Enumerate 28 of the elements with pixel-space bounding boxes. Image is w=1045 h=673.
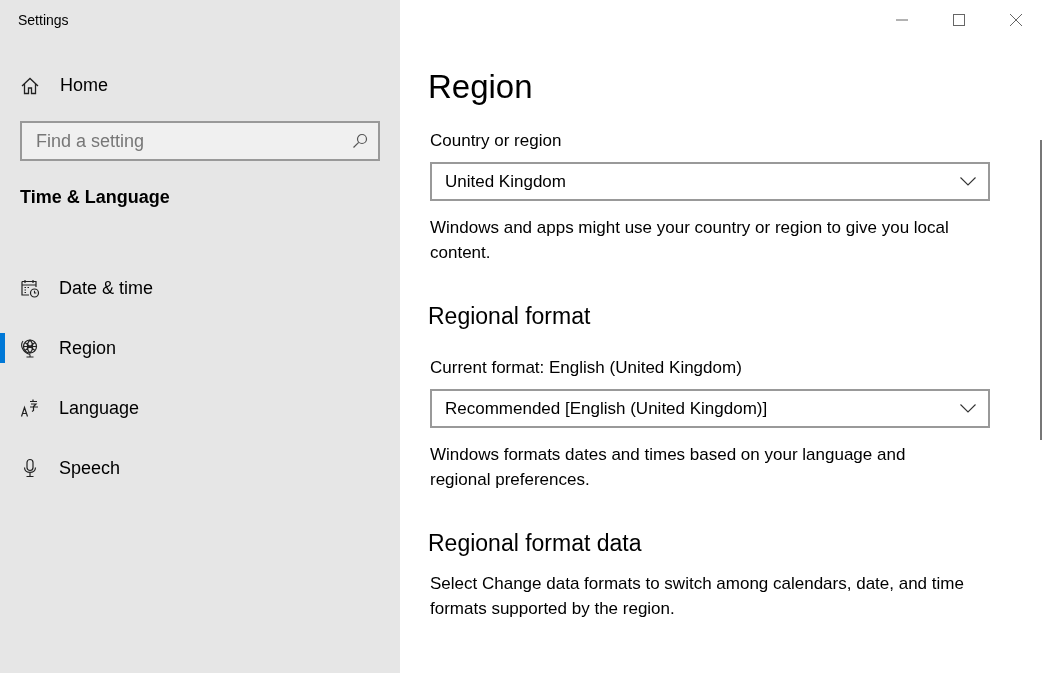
language-icon	[20, 398, 40, 418]
section-heading: Regional format data	[428, 530, 643, 557]
window-title: Settings	[18, 12, 70, 28]
search-field[interactable]: Find a setting	[20, 121, 380, 161]
home-icon	[20, 75, 40, 96]
section-heading: Regional format	[428, 303, 592, 330]
dropdown[interactable]: United Kingdom	[430, 162, 990, 201]
field-label: Current format: English (United Kingdom)	[430, 358, 743, 378]
chevron-down-icon	[960, 404, 976, 413]
calendar-clock-icon	[20, 278, 40, 298]
maximize-icon[interactable]	[953, 14, 965, 26]
nav-item[interactable]: Language	[0, 378, 400, 438]
globe-icon	[20, 338, 40, 358]
nav-item[interactable]: Region	[0, 318, 400, 378]
section-heading: Time & Language	[20, 187, 171, 208]
search-icon	[352, 133, 368, 149]
page-title: Region	[428, 68, 534, 106]
nav-item[interactable]: Date & time	[0, 258, 400, 318]
home-link[interactable]: Home	[20, 75, 108, 96]
close-icon[interactable]	[1010, 14, 1022, 26]
scrollbar[interactable]	[1040, 140, 1042, 440]
dropdown[interactable]: Recommended [English (United Kingdom)]	[430, 389, 990, 428]
description-text: Select Change data formats to switch among calendars, date, and time formats supported by the region.	[430, 573, 965, 620]
description-text: Windows and apps might use your country or region to give you local content.	[430, 217, 950, 264]
nav-item[interactable]: Speech	[0, 438, 400, 498]
field-label: Country or region	[430, 131, 563, 151]
description-text: Windows formats dates and times based on your language and regional preferences.	[430, 444, 907, 491]
chevron-down-icon	[960, 177, 976, 186]
